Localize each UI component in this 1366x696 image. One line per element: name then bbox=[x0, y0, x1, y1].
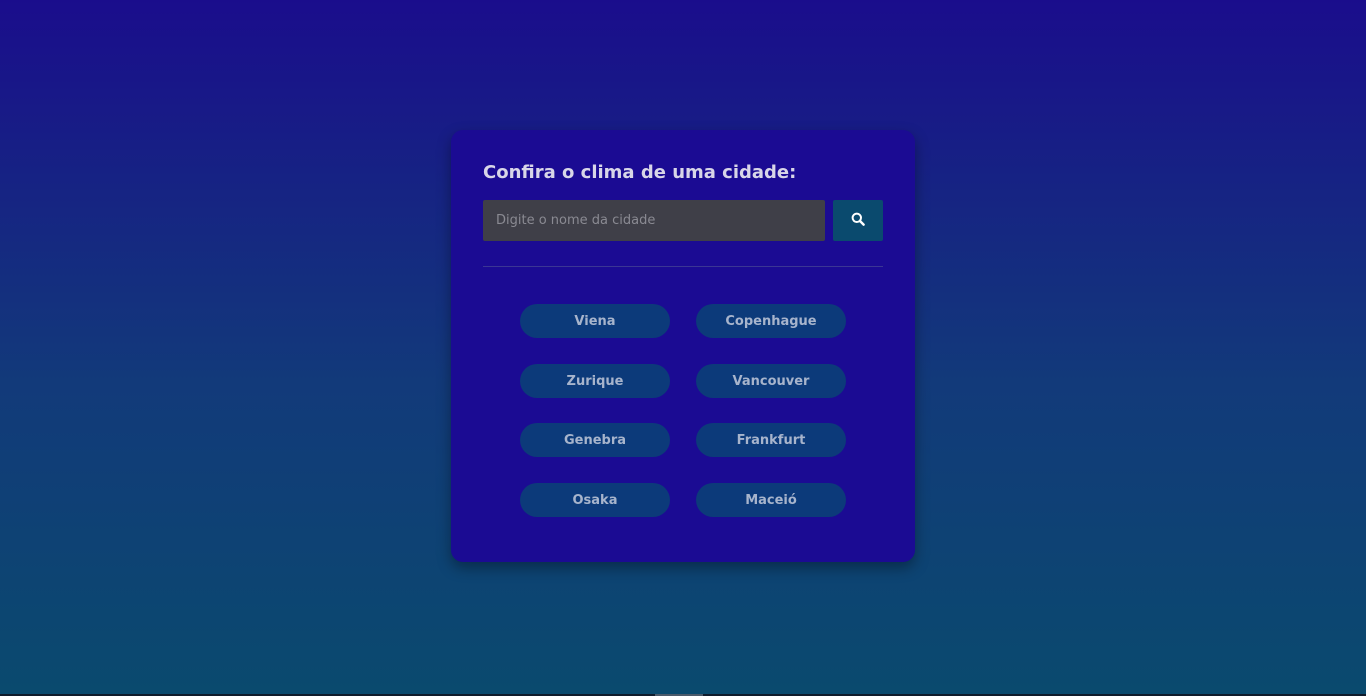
search-button[interactable] bbox=[833, 200, 883, 241]
city-button-osaka[interactable]: Osaka bbox=[520, 483, 670, 517]
divider bbox=[483, 266, 883, 267]
city-button-vancouver[interactable]: Vancouver bbox=[696, 364, 846, 398]
city-search-input[interactable] bbox=[483, 200, 825, 241]
city-button-zurique[interactable]: Zurique bbox=[520, 364, 670, 398]
city-button-copenhague[interactable]: Copenhague bbox=[696, 304, 846, 338]
search-icon bbox=[851, 212, 865, 229]
city-button-viena[interactable]: Viena bbox=[520, 304, 670, 338]
weather-search-card: Confira o clima de uma cidade: Viena Cop… bbox=[451, 130, 915, 562]
city-button-genebra[interactable]: Genebra bbox=[520, 423, 670, 457]
search-form bbox=[483, 200, 883, 241]
city-button-maceio[interactable]: Maceió bbox=[696, 483, 846, 517]
card-title: Confira o clima de uma cidade: bbox=[483, 162, 797, 183]
city-button-frankfurt[interactable]: Frankfurt bbox=[696, 423, 846, 457]
